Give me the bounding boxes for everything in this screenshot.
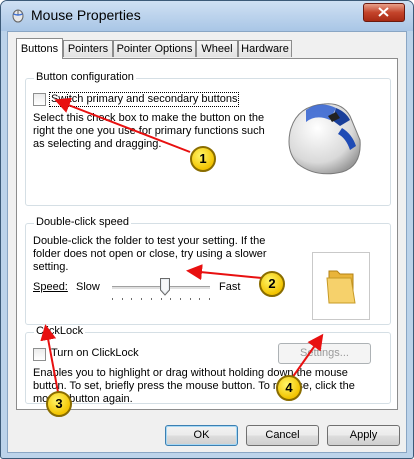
slider-tick: [122, 298, 123, 300]
ok-button[interactable]: OK: [165, 425, 238, 446]
close-button[interactable]: [363, 3, 405, 22]
slider-tick: [190, 298, 191, 300]
tab-label: Hardware: [241, 43, 289, 55]
speed-label-text: Speed:: [33, 281, 68, 293]
folder-icon: [326, 270, 356, 304]
clicklock-checkbox[interactable]: [33, 348, 46, 361]
button-config-description-line: Select this check box to make the button…: [33, 112, 265, 124]
tab-label: Buttons: [20, 43, 59, 55]
callout-badge-2: 2: [259, 271, 285, 297]
tab-label: Wheel: [201, 43, 233, 55]
tab-pointers[interactable]: Pointers: [63, 40, 113, 57]
slider-tick: [180, 298, 181, 300]
close-icon: [378, 7, 389, 17]
slow-label: Slow: [76, 281, 100, 293]
double-click-description-line: folder does not open or close, try using…: [33, 248, 267, 260]
window-title: Mouse Properties: [31, 7, 141, 23]
tab-buttons[interactable]: Buttons: [16, 38, 63, 59]
clicklock-settings-button[interactable]: Settings...: [278, 343, 371, 364]
clicklock-description-line: button. To set, briefly press the mouse …: [33, 380, 355, 392]
button-config-description-line: as selecting and dragging.: [33, 138, 162, 150]
fast-label: Fast: [219, 281, 241, 293]
group-label: Double-click speed: [34, 216, 131, 228]
double-click-description-line: Double-click the folder to test your set…: [33, 235, 266, 247]
double-click-speed-group: Double-click speed Double-click the fold…: [25, 216, 391, 325]
slider-thumb[interactable]: [160, 278, 170, 296]
tab-pointer-options[interactable]: Pointer Options: [113, 40, 196, 57]
slider-tick: [199, 298, 200, 300]
cancel-button[interactable]: Cancel: [246, 425, 319, 446]
slider-tick: [131, 298, 132, 300]
slider-tick: [151, 298, 152, 300]
mouse-preview: [276, 86, 380, 186]
clicklock-group: ClickLock Turn on ClickLock Settings... …: [25, 325, 391, 405]
tab-hardware[interactable]: Hardware: [238, 40, 292, 57]
group-label: Button configuration: [34, 71, 136, 83]
slider-tick: [170, 298, 171, 300]
slider-tick: [209, 298, 210, 300]
clicklock-label[interactable]: Turn on ClickLock: [51, 347, 139, 360]
group-label: ClickLock: [34, 325, 86, 337]
double-click-speed-slider[interactable]: [112, 278, 210, 302]
speed-label: Speed:: [33, 281, 68, 294]
callout-badge-1: 1: [190, 146, 216, 172]
clicklock-description-line: Enables you to highlight or drag without…: [33, 367, 348, 379]
button-configuration-group: Button configuration Switch primary and …: [25, 71, 391, 206]
slider-tick: [112, 298, 113, 300]
mouse-icon: [12, 9, 24, 23]
apply-button[interactable]: Apply: [327, 425, 400, 446]
mouse-illustration-icon: [288, 103, 361, 175]
switch-buttons-label[interactable]: Switch primary and secondary buttons: [49, 92, 240, 107]
tab-label: Pointers: [67, 43, 109, 55]
mouse-properties-window: Mouse Properties Buttons Pointers Pointe…: [0, 0, 414, 459]
tab-wheel[interactable]: Wheel: [196, 40, 238, 57]
callout-badge-3: 3: [46, 391, 72, 417]
double-click-description-line: setting.: [33, 261, 69, 273]
switch-buttons-checkbox[interactable]: [33, 93, 46, 106]
test-folder-area[interactable]: [312, 252, 370, 320]
title-bar[interactable]: Mouse Properties: [1, 1, 413, 31]
callout-badge-4: 4: [276, 375, 302, 401]
tab-label: Pointer Options: [116, 43, 193, 55]
slider-tick: [141, 298, 142, 300]
slider-tick: [161, 298, 162, 300]
dialog-client-area: Buttons Pointers Pointer Options Wheel H…: [7, 31, 407, 453]
buttons-tab-page: Button configuration Switch primary and …: [16, 58, 398, 410]
button-config-description-line: right the one you use for primary functi…: [33, 125, 265, 137]
